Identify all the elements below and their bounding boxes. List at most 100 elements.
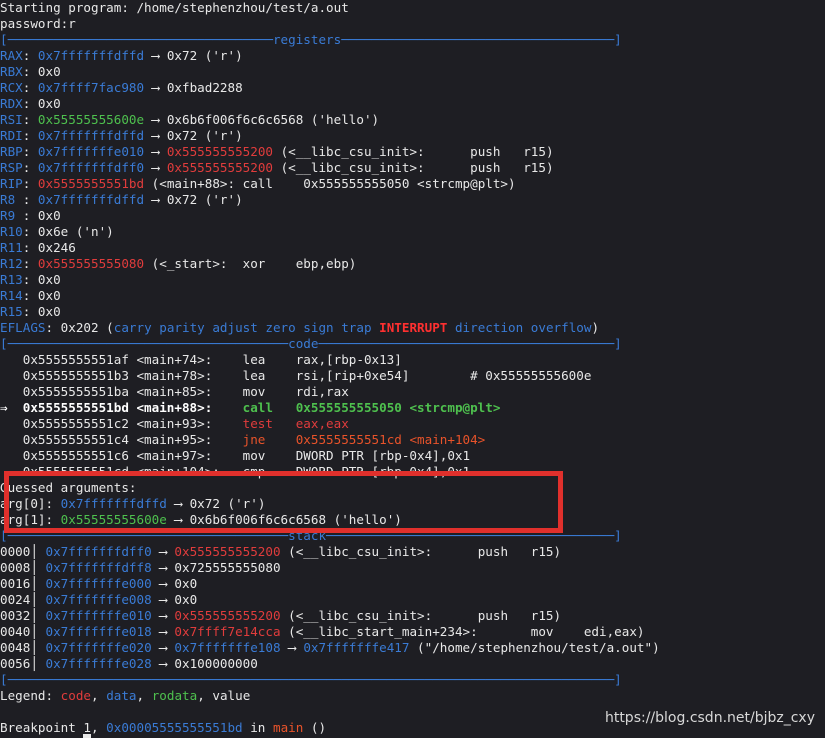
terminal-line: 0x5555555551c4 <main+95>: jne 0x55555555…	[0, 432, 825, 448]
terminal-text: arg[1]:	[0, 512, 61, 527]
terminal-line: R12: 0x555555555080 (<_start>: xor ebp,e…	[0, 256, 825, 272]
terminal-line: R8 : 0x7fffffffdffd ⟶ 0x72 ('r')	[0, 192, 825, 208]
terminal-text: (<__libc_csu_init>: push r15)	[272, 160, 554, 175]
terminal-text: ⟶ 0x6b6f006f6c6c6568 ('hello')	[166, 512, 402, 527]
terminal-line: 0x5555555551c6 <main+97>: mov DWORD PTR …	[0, 448, 825, 464]
terminal-text: R11	[0, 240, 23, 255]
terminal-line: 0000│ 0x7fffffffdff0 ⟶ 0x555555555200 (<…	[0, 544, 825, 560]
terminal-text: :	[22, 176, 38, 191]
terminal-text: 0x7fffffffdff8	[45, 560, 152, 575]
terminal-text: : 0x0	[22, 304, 61, 319]
terminal-text: : 0x0	[22, 208, 61, 223]
terminal-text: RSI	[0, 112, 23, 127]
terminal-line: RSI: 0x55555555600e ⟶ 0x6b6f006f6c6c6568…	[0, 112, 825, 128]
terminal-text: :	[22, 128, 38, 143]
terminal-text: data	[106, 688, 137, 703]
terminal-text: [─────────────────────────────────────st…	[0, 528, 622, 543]
terminal-text: ⟶ 0x0	[151, 576, 198, 591]
terminal-text: )	[591, 320, 600, 335]
terminal-text: ⟶ 0x725555555080	[151, 560, 281, 575]
terminal-window[interactable]: { "terminal": { "lines": [ [{"t":"Starti…	[0, 0, 825, 738]
terminal-text: : 0x6e ('n')	[22, 224, 114, 239]
terminal-text: (<__libc_csu_init>: push r15)	[280, 544, 562, 559]
terminal-text: code	[60, 688, 92, 703]
terminal-text: (<main+88>: call 0x555555555050 <strcmp@…	[144, 176, 516, 191]
terminal-line: 0048│ 0x7fffffffe020 ⟶ 0x7fffffffe108 ⟶ …	[0, 640, 825, 656]
terminal-text: R12	[0, 256, 23, 271]
terminal-text: :	[22, 256, 38, 271]
terminal-line: Guessed arguments:	[0, 480, 825, 496]
terminal-text: 0x5555555551b3 <main+78>: lea rsi,[rip+0…	[0, 368, 592, 383]
terminal-line: RBX: 0x0	[0, 64, 825, 80]
terminal-text: arg[0]:	[0, 496, 61, 511]
terminal-text: 0x5555555551bd	[37, 176, 145, 191]
terminal-text: call 0x555555555050 <strcmp@plt>	[242, 400, 501, 415]
terminal-line: 0040│ 0x7fffffffe018 ⟶ 0x7ffff7e14cca (<…	[0, 624, 825, 640]
terminal-text: RSP	[0, 160, 23, 175]
terminal-line: R13: 0x0	[0, 272, 825, 288]
terminal-text: 0x7fffffffdffd	[37, 192, 145, 207]
terminal-text: 0016│	[0, 576, 46, 591]
terminal-text: 0x5555555551c4 <main+95>:	[0, 432, 243, 447]
terminal-text: (<__libc_csu_init>: push r15)	[280, 608, 562, 623]
terminal-text: direction overflow	[447, 320, 592, 335]
terminal-text: 0x7fffffffdff0	[45, 544, 152, 559]
terminal-text: 0x5555555551ba <main+85>: mov rdi,rax	[0, 384, 349, 399]
terminal-text: R8	[0, 192, 23, 207]
terminal-text: 0x7fffffffe028	[45, 656, 152, 671]
terminal-text: 0056│	[0, 656, 46, 671]
terminal-line: 0x5555555551b3 <main+78>: lea rsi,[rip+0…	[0, 368, 825, 384]
terminal-text: : 0x246	[22, 240, 76, 255]
terminal-text: 0040│	[0, 624, 46, 639]
terminal-text: 0x7fffffffe417	[303, 640, 410, 655]
terminal-text: ⟶	[151, 640, 175, 655]
terminal-text: 0024│	[0, 592, 46, 607]
terminal-line: EFLAGS: 0x202 (carry parity adjust zero …	[0, 320, 825, 336]
terminal-text: 0x7fffffffdff0	[37, 160, 145, 175]
terminal-text: R14	[0, 288, 23, 303]
terminal-text: :	[22, 160, 38, 175]
terminal-text: password:r	[0, 16, 76, 31]
terminal-text: RBX	[0, 64, 23, 79]
terminal-text: 0x5555555551cd <main+104>: cmp DWORD PTR…	[0, 464, 471, 479]
terminal-text: Starting program: /home/stephenzhou/test…	[0, 0, 349, 15]
terminal-text: 0x7ffff7fac980	[37, 80, 145, 95]
text-cursor	[83, 734, 91, 738]
terminal-text: 0x5555555551c2 <main+93>:	[0, 416, 243, 431]
terminal-text: 0x7fffffffe108	[174, 640, 281, 655]
terminal-text: RDX	[0, 96, 23, 111]
terminal-text: 0x7fffffffe010	[37, 144, 145, 159]
terminal-line: Legend: code, data, rodata, value	[0, 688, 825, 704]
terminal-text: 0x555555555080	[37, 256, 145, 271]
terminal-text: : 0x202 (	[45, 320, 114, 335]
terminal-text: 0x7fffffffe010	[45, 608, 152, 623]
terminal-text: ⟶ 0x72 ('r')	[144, 192, 243, 207]
terminal-text: : 0x0	[22, 288, 61, 303]
terminal-text: [───────────────────────────────────regi…	[0, 32, 622, 47]
terminal-text: 0x55555555600e	[37, 112, 145, 127]
terminal-text: RDI	[0, 128, 23, 143]
terminal-text: in	[242, 720, 273, 735]
terminal-line: RSP: 0x7fffffffdff0 ⟶ 0x555555555200 (<_…	[0, 160, 825, 176]
terminal-line: 0024│ 0x7fffffffe008 ⟶ 0x0	[0, 592, 825, 608]
terminal-line: [─────────────────────────────────────co…	[0, 336, 825, 352]
terminal-text: (<__libc_csu_init>: push r15)	[272, 144, 554, 159]
terminal-text: :	[22, 48, 38, 63]
terminal-text: Breakpoint 1,	[0, 720, 107, 735]
terminal-text: RIP	[0, 176, 23, 191]
terminal-line: RAX: 0x7fffffffdffd ⟶ 0x72 ('r')	[0, 48, 825, 64]
terminal-text: :	[22, 144, 38, 159]
terminal-text: ⟶ 0x72 ('r')	[144, 128, 243, 143]
terminal-text: 0x7fffffffdffd	[37, 48, 145, 63]
terminal-line: arg[0]: 0x7fffffffdffd ⟶ 0x72 ('r')	[0, 496, 825, 512]
terminal-line: RDI: 0x7fffffffdffd ⟶ 0x72 ('r')	[0, 128, 825, 144]
terminal-text: ⟶	[151, 608, 175, 623]
terminal-text: ⟶ 0x72 ('r')	[144, 48, 243, 63]
terminal-text: ()	[303, 720, 327, 735]
terminal-text: RBP	[0, 144, 23, 159]
terminal-text: ⟶ 0x100000000	[151, 656, 258, 671]
terminal-text: INTERRUPT	[379, 320, 448, 335]
terminal-output: Starting program: /home/stephenzhou/test…	[0, 0, 825, 736]
watermark: https://blog.csdn.net/bjbz_cxy	[604, 710, 815, 726]
terminal-text: 0x555555555200	[174, 544, 281, 559]
